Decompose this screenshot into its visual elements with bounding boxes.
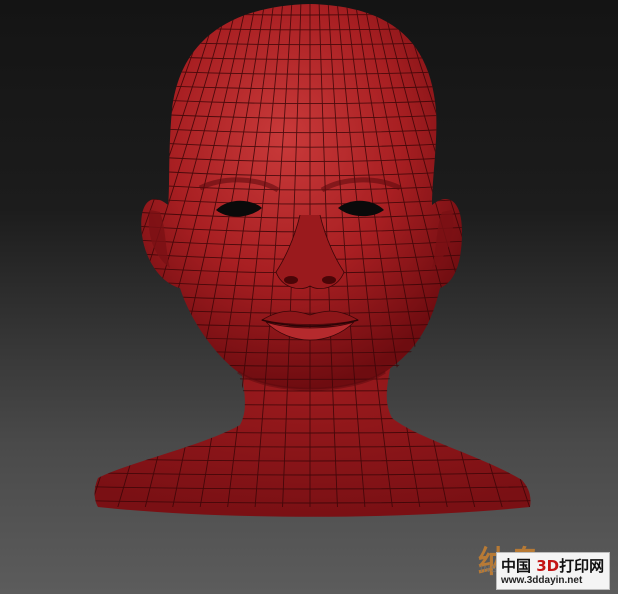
site-name-prefix: 中国 <box>501 557 532 575</box>
site-name-suffix: 打印网 <box>559 557 605 575</box>
site-url: www.3ddayin.net <box>501 575 583 586</box>
render-viewport: 纳鸟 INSTANT 中国 3D打印网 www.3ddayin.net <box>0 0 618 594</box>
site-watermark: 中国 3D打印网 www.3ddayin.net <box>496 552 610 590</box>
head-bust-render <box>94 4 531 517</box>
mesh-meridian <box>94 4 167 507</box>
mesh-meridian <box>453 4 531 507</box>
site-name: 中国 3D打印网 <box>501 555 604 576</box>
mesh-meridian <box>435 4 531 507</box>
mesh-meridian <box>444 4 531 507</box>
mesh-meridian <box>94 4 176 507</box>
site-name-3d: 3D <box>536 557 560 575</box>
